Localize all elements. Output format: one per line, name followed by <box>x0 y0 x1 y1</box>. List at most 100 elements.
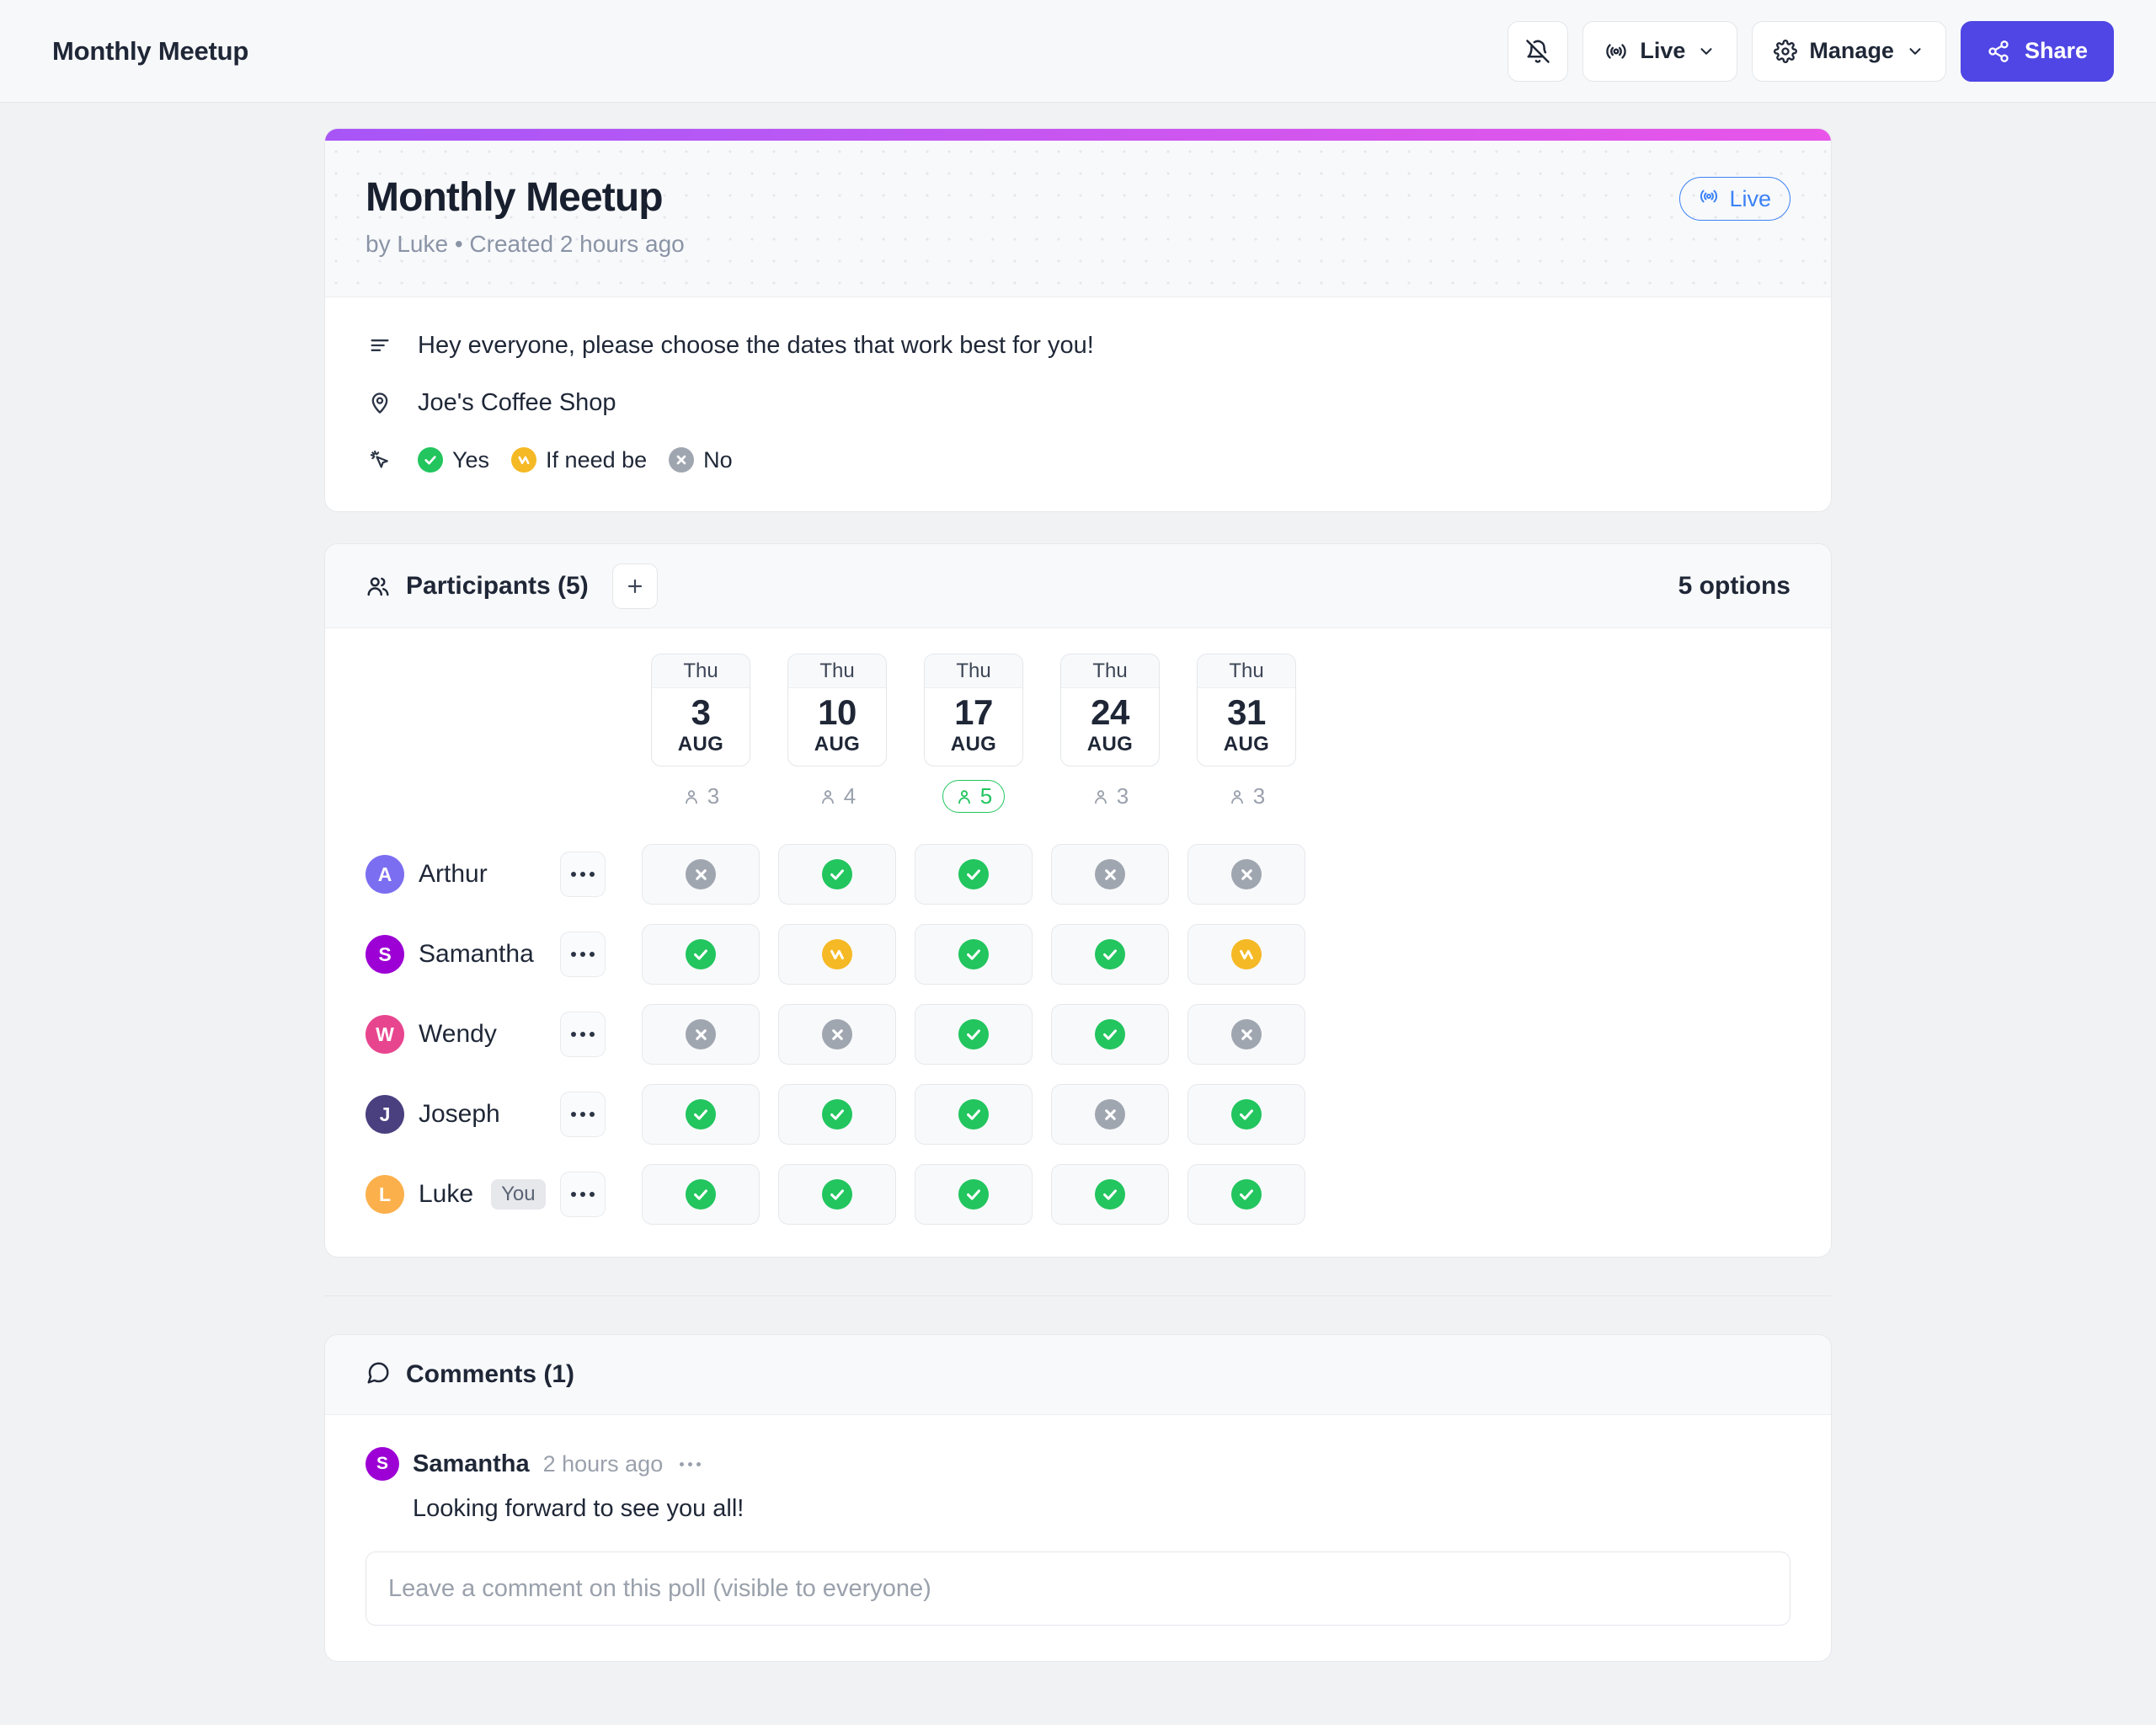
row-options-button[interactable] <box>560 1012 606 1058</box>
date-option-17[interactable]: Thu 17 AUG <box>924 654 1023 767</box>
participants-header: Participants (5) 5 options <box>325 544 1831 629</box>
vote-cell[interactable] <box>642 1004 760 1065</box>
vote-no-icon <box>686 859 716 890</box>
poll-live-badge-label: Live <box>1729 185 1771 211</box>
row-menu <box>560 932 642 978</box>
vote-cell[interactable] <box>915 924 1033 985</box>
live-dropdown-label: Live <box>1640 38 1686 63</box>
vote-no-icon <box>1095 1099 1125 1130</box>
check-circle-icon <box>418 447 443 473</box>
share-button[interactable]: Share <box>1960 20 2114 82</box>
vote-cell[interactable] <box>1051 924 1169 985</box>
date-option-10[interactable]: Thu 10 AUG <box>787 654 887 767</box>
vote-cell[interactable] <box>642 1084 760 1146</box>
vote-cells <box>642 1004 1305 1065</box>
vote-cell[interactable] <box>915 1164 1033 1226</box>
vote-yes-icon <box>1231 1179 1262 1210</box>
tilde-circle-icon <box>511 447 537 473</box>
table-row: L Luke You <box>366 1164 1790 1226</box>
vote-cell[interactable] <box>1051 1164 1169 1226</box>
date-vote-count-value: 3 <box>1116 783 1129 809</box>
vote-cell[interactable] <box>778 1084 896 1146</box>
comment-timestamp: 2 hours ago <box>542 1450 664 1477</box>
date-month: AUG <box>1086 733 1134 756</box>
date-month: AUG <box>814 733 861 756</box>
date-dow: Thu <box>1198 654 1295 689</box>
row-options-button[interactable] <box>560 1092 606 1138</box>
participant-name: Samantha <box>419 940 534 969</box>
poll-live-badge[interactable]: Live <box>1679 177 1790 221</box>
manage-dropdown-label: Manage <box>1809 38 1894 63</box>
date-option-24[interactable]: Thu 24 AUG <box>1060 654 1160 767</box>
add-participant-button[interactable] <box>611 563 658 609</box>
date-month: AUG <box>950 733 997 756</box>
vote-cell[interactable] <box>778 924 896 985</box>
vote-cells <box>642 1164 1305 1226</box>
avatar: J <box>366 1095 404 1135</box>
date-vote-count: 3 <box>1215 780 1278 813</box>
participant: W Wendy <box>366 1015 560 1055</box>
poll-header: Monthly Meetup by Luke • Created 2 hours… <box>325 141 1831 298</box>
vote-cell[interactable] <box>1187 844 1305 905</box>
vote-cell[interactable] <box>778 844 896 905</box>
vote-grid: Thu 3 AUG 3 Thu 10 AUG 4 Thu 17 AUG 5 Thu 24 AUG 3 Thu 31… <box>325 628 1831 1257</box>
person-icon <box>1091 788 1110 806</box>
vote-cell[interactable] <box>1051 844 1169 905</box>
app-header: Monthly Meetup Live Manage Share <box>0 0 2156 103</box>
vote-cell[interactable] <box>642 924 760 985</box>
participants-card: Participants (5) 5 options Thu 3 AUG 3 Thu 10… <box>324 543 1832 1258</box>
share-icon <box>1987 40 2010 63</box>
row-options-button[interactable] <box>560 852 606 898</box>
vote-cell[interactable] <box>915 1084 1033 1146</box>
vote-cell[interactable] <box>778 1164 896 1226</box>
date-month: AUG <box>1223 733 1270 756</box>
vote-yes-icon <box>958 859 989 890</box>
poll-accent-bar <box>325 129 1831 141</box>
avatar: S <box>366 1447 399 1482</box>
legend-item-if-need-be: If need be <box>511 447 647 473</box>
vote-cell[interactable] <box>915 844 1033 905</box>
comment-header: S Samantha 2 hours ago <box>366 1447 1790 1482</box>
date-month: AUG <box>677 733 724 756</box>
date-option-3[interactable]: Thu 3 AUG <box>651 654 750 767</box>
vote-cell[interactable] <box>642 844 760 905</box>
vote-cell[interactable] <box>1187 924 1305 985</box>
legend-label-yes: Yes <box>452 446 490 473</box>
vote-cell[interactable] <box>1187 1084 1305 1146</box>
date-day: 3 <box>691 692 711 733</box>
comment-author: Samantha <box>413 1450 530 1477</box>
vote-cell[interactable] <box>1051 1084 1169 1146</box>
notifications-button[interactable] <box>1508 20 1569 82</box>
table-row: J Joseph <box>366 1084 1790 1146</box>
date-day: 24 <box>1091 692 1129 733</box>
vote-legend: Yes If need be No <box>418 447 733 473</box>
vote-cell[interactable] <box>1187 1164 1305 1226</box>
date-dow: Thu <box>1061 654 1159 689</box>
poll-description-row: Hey everyone, please choose the dates th… <box>366 331 1790 360</box>
comments-header: Comments (1) <box>325 1335 1831 1416</box>
comment-options-button[interactable] <box>680 1461 702 1466</box>
comment-input[interactable] <box>366 1551 1790 1626</box>
chevron-down-icon <box>1906 42 1924 61</box>
row-options-button[interactable] <box>560 932 606 978</box>
vote-cell[interactable] <box>915 1004 1033 1065</box>
vote-cell[interactable] <box>778 1004 896 1065</box>
poll-location: Joe's Coffee Shop <box>418 388 616 416</box>
vote-ifNeedBe-icon <box>822 939 852 970</box>
vote-cell[interactable] <box>1051 1004 1169 1065</box>
vote-cell[interactable] <box>1187 1004 1305 1065</box>
manage-dropdown-button[interactable]: Manage <box>1752 20 1946 82</box>
date-header-row: Thu 3 AUG 3 Thu 10 AUG 4 Thu 17 AUG 5 Thu 24 AUG 3 Thu 31… <box>366 628 1790 814</box>
date-vote-count: 3 <box>1079 780 1141 813</box>
live-dropdown-button[interactable]: Live <box>1582 20 1738 82</box>
vote-cell[interactable] <box>642 1164 760 1226</box>
row-options-button[interactable] <box>560 1172 606 1218</box>
legend-item-no: No <box>669 447 733 473</box>
broadcast-icon <box>1699 186 1719 212</box>
date-column: Thu 24 AUG 3 <box>1051 654 1169 813</box>
date-column: Thu 3 AUG 3 <box>642 654 760 813</box>
content-stack: Monthly Meetup by Luke • Created 2 hours… <box>324 128 1832 1696</box>
date-option-31[interactable]: Thu 31 AUG <box>1197 654 1296 767</box>
vote-yes-icon <box>686 1099 716 1130</box>
poll-legend-row: Yes If need be No <box>366 446 1790 474</box>
